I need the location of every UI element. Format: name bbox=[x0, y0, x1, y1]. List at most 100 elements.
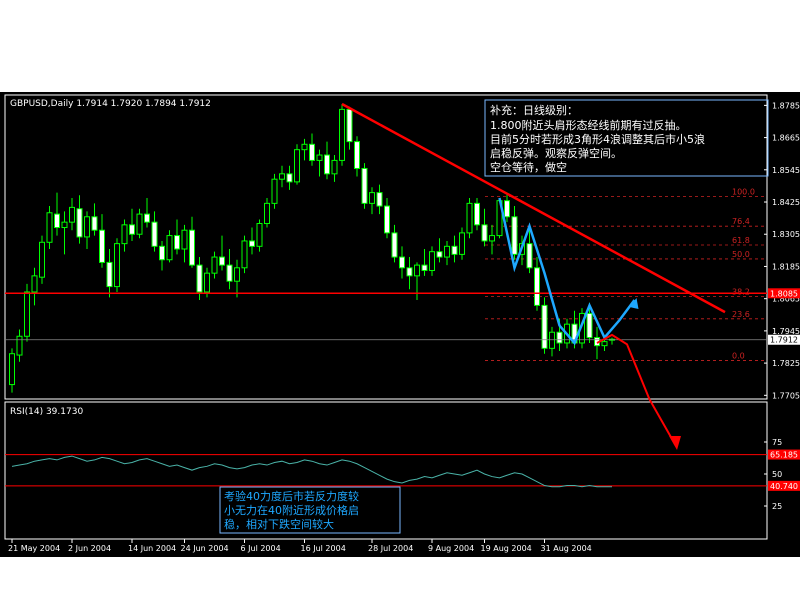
rsi-level-label: 40.740 bbox=[770, 482, 798, 491]
candle-body bbox=[436, 251, 443, 258]
rsi-tick-label: 75 bbox=[772, 438, 782, 447]
candle-body bbox=[511, 216, 518, 255]
candle-body bbox=[69, 206, 75, 223]
annotation-top-line: 补充：日线级别： bbox=[490, 103, 578, 117]
candle-body bbox=[376, 192, 383, 207]
candle-body bbox=[271, 178, 278, 204]
candle-body bbox=[189, 229, 195, 266]
candle-body bbox=[301, 143, 308, 151]
candle-body bbox=[106, 261, 113, 288]
candle-body bbox=[136, 213, 143, 235]
fib-label: 50.0 bbox=[732, 250, 750, 259]
rsi-label: RSI(14) 39.1730 bbox=[10, 407, 83, 417]
candle-body bbox=[166, 235, 173, 261]
candle-body bbox=[429, 251, 435, 271]
fib-label: 100.0 bbox=[732, 188, 755, 197]
candle-body bbox=[46, 212, 53, 243]
candle-body bbox=[504, 200, 510, 218]
candle-body bbox=[451, 245, 458, 255]
annotation-bottom: 考验40力度后市若反力度较 小无力在40附近形成价格启 稳，相对下跌空间较大 bbox=[219, 486, 401, 534]
last-price-label: 1.7912 bbox=[770, 336, 798, 345]
candle-body bbox=[294, 149, 300, 183]
candle-body bbox=[121, 224, 128, 245]
candle-body bbox=[279, 173, 285, 180]
price-tick-label: 1.8425 bbox=[772, 198, 800, 207]
rsi-tick-label: 50 bbox=[772, 470, 782, 479]
candle-body bbox=[324, 154, 330, 175]
date-tick-label: 24 Jun 2004 bbox=[181, 544, 229, 553]
candle-body bbox=[91, 216, 98, 231]
fib-label: 0.0 bbox=[732, 351, 745, 360]
date-tick-label: 9 Aug 2004 bbox=[428, 544, 474, 553]
fib-label: 23.6 bbox=[732, 310, 750, 319]
symbol-label: GBPUSD,Daily 1.7914 1.7920 1.7894 1.7912 bbox=[10, 99, 211, 109]
annotation-bottom-line: 稳，相对下跌空间较大 bbox=[224, 517, 334, 531]
date-tick-label: 16 Jul 2004 bbox=[301, 544, 346, 553]
annotation-bottom-line: 小无力在40附近形成价格启 bbox=[224, 503, 359, 517]
price-tick-label: 1.8665 bbox=[772, 134, 800, 143]
candle-body bbox=[399, 256, 405, 269]
candle-body bbox=[241, 240, 248, 269]
candle-body bbox=[24, 291, 30, 337]
candle-body bbox=[526, 243, 533, 269]
date-tick-label: 19 Aug 2004 bbox=[481, 544, 532, 553]
candle-body bbox=[234, 267, 240, 282]
candle-body bbox=[144, 213, 150, 223]
rsi-level-label: 65.185 bbox=[770, 451, 798, 460]
candle-body bbox=[406, 267, 413, 277]
candle-body bbox=[219, 256, 225, 266]
candle-body bbox=[181, 229, 188, 250]
annotation-top-line: 1.800附近头肩形态经线前期有过反抽。 bbox=[490, 118, 687, 132]
candle-body bbox=[481, 224, 488, 242]
candle-body bbox=[196, 264, 203, 293]
candle-body bbox=[586, 312, 593, 339]
date-tick-label: 21 May 2004 bbox=[8, 544, 60, 553]
date-tick-label: 14 Jun 2004 bbox=[128, 544, 176, 553]
candle-body bbox=[76, 208, 83, 238]
candle-body bbox=[466, 202, 473, 234]
resistance-price-label: 1.8085 bbox=[770, 289, 798, 298]
candle-body bbox=[489, 235, 495, 242]
price-tick-label: 1.8185 bbox=[772, 262, 800, 271]
date-tick-label: 6 Jul 2004 bbox=[241, 544, 281, 553]
candle-body bbox=[256, 222, 263, 247]
candle-body bbox=[16, 335, 23, 356]
candle-body bbox=[226, 264, 233, 282]
candle-body bbox=[361, 167, 368, 204]
candle-body bbox=[159, 245, 165, 261]
price-tick-label: 1.7705 bbox=[772, 391, 800, 400]
price-tick-label: 1.8305 bbox=[772, 230, 800, 239]
date-tick-label: 28 Jul 2004 bbox=[368, 544, 413, 553]
candle-body bbox=[339, 108, 345, 161]
annotation-top-line: 空仓等待，做空 bbox=[490, 160, 567, 174]
candle-body bbox=[444, 245, 450, 258]
fib-label: 76.4 bbox=[732, 217, 750, 226]
date-tick-label: 31 Aug 2004 bbox=[541, 544, 592, 553]
annotation-bottom-line: 考验40力度后市若反力度较 bbox=[224, 489, 359, 503]
candle-body bbox=[316, 154, 323, 161]
candle-body bbox=[369, 192, 375, 204]
date-tick-label: 2 Jun 2004 bbox=[68, 544, 111, 553]
annotation-top-line: 启稳反弹。观察反弹空间。 bbox=[490, 146, 622, 160]
candle-body bbox=[39, 241, 45, 278]
price-tick-label: 1.7945 bbox=[772, 327, 800, 336]
candle-body bbox=[114, 243, 120, 288]
candle-body bbox=[391, 232, 398, 258]
price-tick-label: 1.8785 bbox=[772, 101, 800, 110]
candle-body bbox=[384, 205, 390, 234]
candle-body bbox=[204, 272, 210, 293]
chart-frame: 100.0 76.4 61.8 50.0 38.2 23.6 0.0 1.7705 1.782… bbox=[0, 92, 800, 557]
candle-body bbox=[211, 256, 218, 274]
candle-body bbox=[309, 143, 315, 161]
candle-body bbox=[151, 221, 158, 247]
candle-body bbox=[601, 341, 608, 347]
fib-label: 61.8 bbox=[732, 236, 750, 245]
candle-body bbox=[354, 141, 360, 169]
candle-body bbox=[84, 216, 90, 238]
candle-body bbox=[9, 353, 15, 386]
candle-body bbox=[421, 264, 428, 271]
price-tick-label: 1.7825 bbox=[772, 359, 800, 368]
candle-body bbox=[541, 304, 548, 349]
candle-body bbox=[129, 224, 135, 235]
candle-body bbox=[31, 275, 38, 293]
